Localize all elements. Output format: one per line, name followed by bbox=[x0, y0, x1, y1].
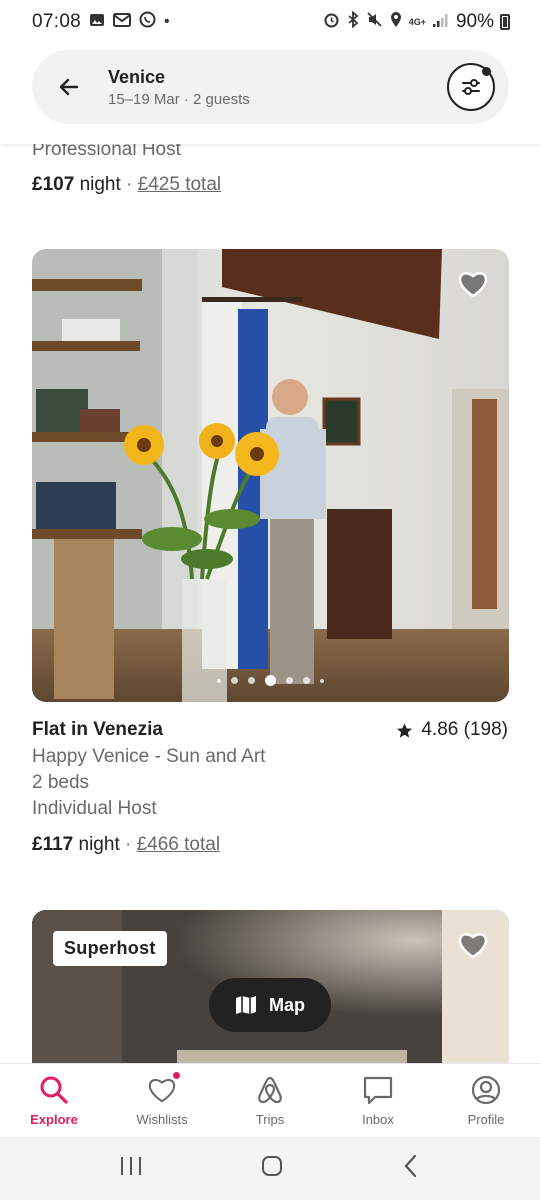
star-icon bbox=[397, 722, 413, 738]
listing-price[interactable]: £117 night · £466 total bbox=[32, 834, 220, 856]
heart-icon bbox=[146, 1070, 182, 1106]
carousel-dot bbox=[303, 677, 310, 684]
listing-description: Happy Venice - Sun and Art bbox=[32, 746, 266, 767]
mute-icon bbox=[366, 11, 383, 33]
listing-host-type: Individual Host bbox=[32, 798, 157, 819]
filters-button[interactable] bbox=[447, 63, 495, 111]
price-unit: night bbox=[79, 174, 121, 195]
home-icon bbox=[261, 1156, 282, 1176]
favorite-heart-icon[interactable] bbox=[457, 269, 489, 299]
airbnb-logo-icon bbox=[254, 1074, 286, 1106]
nav-explore[interactable]: Explore bbox=[0, 1064, 108, 1137]
price-separator: · bbox=[126, 174, 133, 195]
nav-profile[interactable]: Profile bbox=[432, 1064, 540, 1137]
whatsapp-icon bbox=[139, 11, 156, 33]
location-icon bbox=[389, 11, 403, 33]
nav-inbox[interactable]: Inbox bbox=[324, 1064, 432, 1137]
favorite-heart-icon[interactable] bbox=[457, 930, 489, 960]
rating-value: 4.86 (198) bbox=[421, 719, 508, 740]
signal-icon bbox=[432, 12, 450, 33]
alarm-icon bbox=[323, 11, 340, 33]
search-location: Venice bbox=[108, 66, 166, 87]
total-price-link[interactable]: £425 total bbox=[138, 174, 221, 195]
battery-percent: 90% bbox=[455, 11, 494, 32]
search-bar[interactable]: Venice 15–19 Mar · 2 guests bbox=[32, 50, 509, 124]
map-button-label: Map bbox=[269, 994, 305, 1015]
price-unit: night bbox=[78, 834, 120, 855]
search-summary[interactable]: Venice 15–19 Mar · 2 guests bbox=[108, 67, 250, 108]
search-header: Venice 15–19 Mar · 2 guests bbox=[0, 44, 540, 144]
search-dates-guests: 15–19 Mar · 2 guests bbox=[108, 90, 250, 108]
message-icon bbox=[362, 1074, 394, 1106]
price-per-night: £117 bbox=[32, 834, 74, 855]
listing-photo[interactable] bbox=[32, 249, 509, 702]
listing-photo-image bbox=[32, 249, 509, 702]
listing-beds: 2 beds bbox=[32, 772, 90, 793]
total-price-link[interactable]: £466 total bbox=[137, 834, 220, 855]
nav-label-explore: Explore bbox=[30, 1112, 78, 1127]
carousel-dot bbox=[286, 677, 293, 684]
notification-badge bbox=[171, 1070, 182, 1081]
previous-listing-price[interactable]: £107 night · £425 total bbox=[32, 174, 221, 196]
profile-icon bbox=[470, 1074, 502, 1106]
sliders-icon bbox=[462, 79, 480, 95]
listing-title[interactable]: Flat in Venezia bbox=[32, 719, 163, 741]
notification-dot: • bbox=[164, 13, 170, 30]
bluetooth-icon bbox=[346, 10, 360, 33]
search-icon bbox=[38, 1074, 70, 1106]
status-bar: 07:08 • 4G+ 90% bbox=[0, 0, 540, 44]
recent-apps-icon bbox=[120, 1157, 141, 1175]
nav-label-wishlists: Wishlists bbox=[136, 1112, 188, 1127]
battery-icon bbox=[500, 14, 510, 30]
carousel-dot bbox=[320, 678, 324, 683]
gmail-icon bbox=[113, 12, 132, 33]
carousel-dot bbox=[217, 678, 221, 683]
nav-label-profile: Profile bbox=[467, 1112, 505, 1127]
nav-label-trips: Trips bbox=[255, 1112, 285, 1127]
back-button[interactable] bbox=[54, 72, 84, 102]
network-4g-icon: 4G+ bbox=[408, 16, 426, 27]
nav-label-inbox: Inbox bbox=[362, 1112, 394, 1127]
back-nav-button[interactable] bbox=[401, 1154, 421, 1183]
carousel-dot bbox=[265, 675, 276, 686]
carousel-dot bbox=[231, 677, 238, 684]
listing-rating: 4.86 (198) bbox=[396, 719, 508, 741]
carousel-dot bbox=[248, 677, 255, 684]
chevron-left-icon bbox=[404, 1154, 417, 1178]
nav-trips[interactable]: Trips bbox=[216, 1064, 324, 1137]
price-per-night: £107 bbox=[32, 174, 75, 195]
gallery-icon bbox=[89, 12, 105, 33]
photo-carousel-dots bbox=[32, 675, 509, 686]
filter-active-dot bbox=[482, 67, 491, 76]
map-button[interactable]: Map bbox=[209, 978, 331, 1032]
home-button[interactable] bbox=[260, 1154, 284, 1183]
superhost-badge: Superhost bbox=[53, 931, 167, 966]
arrow-left-icon bbox=[59, 78, 79, 96]
bottom-navigation: Explore Wishlists Trips Inbox Profile bbox=[0, 1063, 540, 1137]
price-separator: · bbox=[125, 834, 132, 855]
recent-apps-button[interactable] bbox=[119, 1155, 143, 1182]
map-icon bbox=[236, 996, 256, 1014]
status-time: 07:08 bbox=[32, 11, 82, 32]
system-navigation-bar bbox=[0, 1137, 540, 1200]
nav-wishlists[interactable]: Wishlists bbox=[108, 1064, 216, 1137]
